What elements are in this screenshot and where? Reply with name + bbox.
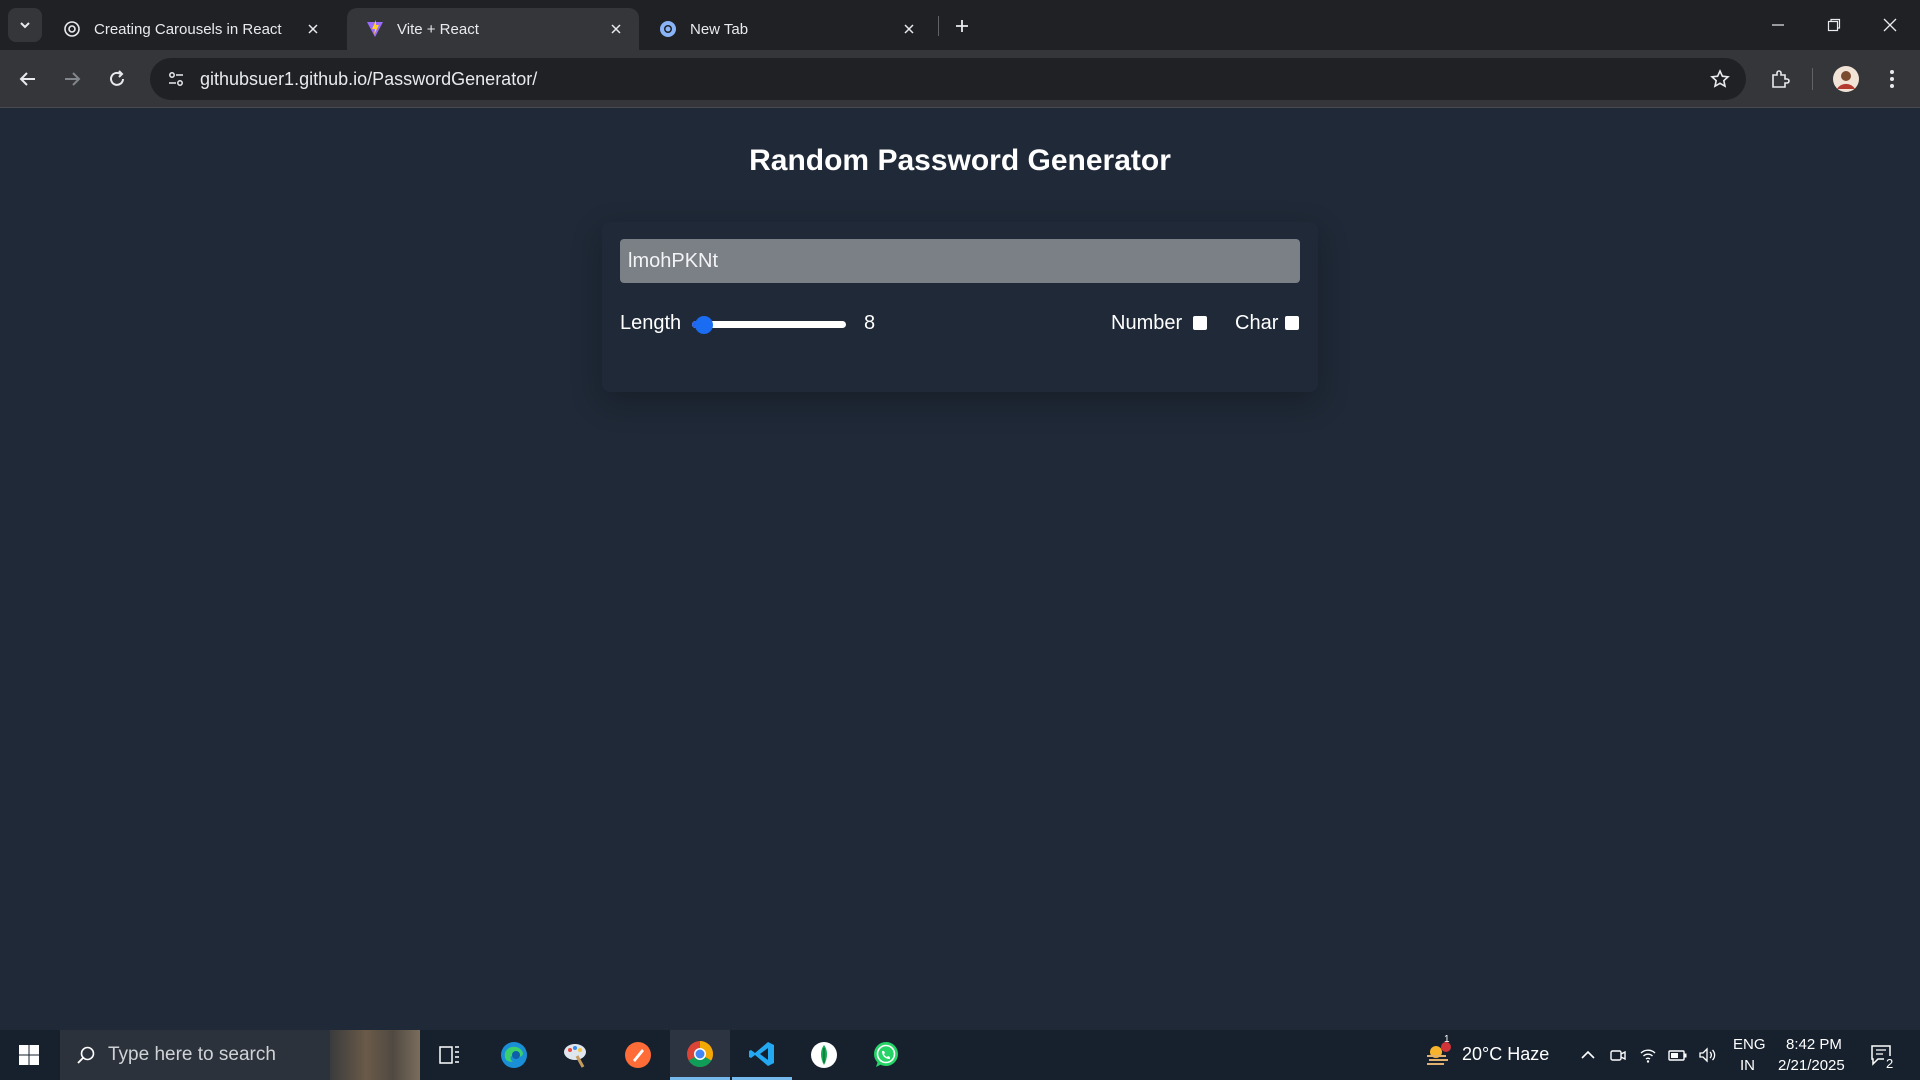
toolbar-separator	[1812, 68, 1813, 90]
browser-titlebar: Creating Carousels in React Vite + React…	[0, 0, 1920, 50]
wifi-icon[interactable]	[1638, 1045, 1658, 1065]
weather-icon[interactable]	[1424, 1042, 1452, 1068]
tab-title: Vite + React	[397, 20, 479, 38]
show-hidden-icons-button[interactable]	[1578, 1045, 1598, 1065]
url-text[interactable]: githubsuer1.github.io/PasswordGenerator/	[200, 69, 1700, 90]
puzzle-icon	[1772, 70, 1790, 88]
browser-toolbar: githubsuer1.github.io/PasswordGenerator/	[0, 50, 1920, 108]
weather-text[interactable]: 20°C Haze	[1462, 1044, 1549, 1065]
tab-separator	[938, 16, 939, 36]
number-checkbox[interactable]	[1193, 316, 1207, 330]
postman-icon	[625, 1042, 651, 1068]
search-icon	[77, 1046, 95, 1064]
bookmark-star-icon[interactable]	[1700, 61, 1740, 97]
edge-icon	[501, 1042, 527, 1068]
search-placeholder: Type here to search	[108, 1044, 276, 1065]
chevron-down-icon	[20, 22, 30, 29]
minimize-button[interactable]	[1750, 0, 1806, 50]
minimize-icon	[1772, 24, 1784, 26]
whatsapp-button[interactable]	[856, 1030, 916, 1080]
tab-creating-carousels[interactable]: Creating Carousels in React	[44, 8, 336, 50]
back-button[interactable]	[10, 61, 46, 97]
profile-avatar[interactable]	[1828, 61, 1864, 97]
tab-vite-react[interactable]: Vite + React	[347, 8, 639, 50]
chevron-up-icon	[1581, 1050, 1595, 1059]
clock-date[interactable]: 2/21/2025	[1778, 1057, 1845, 1074]
battery-icon[interactable]	[1668, 1045, 1688, 1065]
address-bar[interactable]: githubsuer1.github.io/PasswordGenerator/	[150, 58, 1746, 100]
password-controls: Length 8 Number Char	[620, 306, 1300, 342]
char-checkbox[interactable]	[1285, 316, 1299, 330]
close-icon[interactable]	[605, 18, 627, 40]
meet-now-icon[interactable]	[1608, 1045, 1628, 1065]
weather-badge: 1	[1444, 1034, 1450, 1045]
edge-button[interactable]	[484, 1030, 544, 1080]
arrow-right-icon	[65, 72, 81, 86]
restore-button[interactable]	[1806, 0, 1862, 50]
notification-count: 2	[1884, 1056, 1896, 1071]
page-title: Random Password Generator	[749, 144, 1171, 177]
slider-track	[692, 321, 846, 328]
tab-title: Creating Carousels in React	[94, 20, 282, 38]
vscode-button[interactable]	[732, 1030, 792, 1080]
char-label: Char	[1235, 312, 1279, 334]
length-label: Length	[620, 312, 682, 334]
number-label: Number	[1111, 312, 1183, 334]
tab-new-tab[interactable]: New Tab	[640, 8, 932, 50]
close-icon[interactable]	[302, 18, 324, 40]
windows-logo-icon	[19, 1045, 39, 1065]
site-info-icon[interactable]	[156, 61, 196, 97]
task-view-icon	[439, 1046, 459, 1064]
browser-menu-button[interactable]	[1874, 61, 1910, 97]
mongodb-compass-icon	[811, 1042, 837, 1068]
clock-time[interactable]: 8:42 PM	[1786, 1036, 1842, 1053]
tab-search-button[interactable]	[8, 8, 42, 42]
windows-taskbar: Type here to search 1 20°C Haze ENG IN 8…	[0, 1030, 1920, 1080]
slider-thumb[interactable]	[694, 316, 713, 334]
password-card: Length 8 Number Char	[602, 222, 1318, 392]
page-content: Random Password Generator Length 8 Numbe…	[0, 108, 1920, 1030]
language-code[interactable]: ENG	[1733, 1036, 1766, 1053]
length-slider[interactable]	[692, 316, 846, 334]
new-tab-button[interactable]	[948, 12, 976, 40]
mongodb-compass-button[interactable]	[794, 1030, 854, 1080]
volume-icon[interactable]	[1698, 1045, 1718, 1065]
password-field[interactable]	[620, 239, 1300, 283]
paint-button[interactable]	[546, 1030, 606, 1080]
plus-icon	[956, 20, 968, 32]
tab-title: New Tab	[690, 20, 749, 38]
close-icon[interactable]	[898, 18, 920, 40]
taskbar-search-box[interactable]: Type here to search	[60, 1030, 420, 1080]
language-region[interactable]: IN	[1740, 1057, 1755, 1074]
extensions-button[interactable]	[1762, 61, 1798, 97]
length-value: 8	[864, 312, 876, 334]
openai-icon	[62, 19, 82, 39]
vite-icon	[365, 19, 385, 39]
start-button[interactable]	[0, 1030, 58, 1080]
avatar-icon	[1833, 66, 1859, 92]
reload-button[interactable]	[99, 61, 135, 97]
whatsapp-icon	[874, 1042, 898, 1067]
search-highlight-image	[330, 1030, 420, 1080]
chrome-newtab-icon	[658, 19, 678, 39]
forward-button[interactable]	[54, 61, 90, 97]
vscode-icon	[749, 1041, 774, 1066]
chrome-button[interactable]	[670, 1030, 730, 1080]
task-view-button[interactable]	[420, 1030, 480, 1080]
arrow-left-icon	[19, 72, 35, 86]
reload-icon	[110, 70, 124, 86]
paint-icon	[564, 1044, 586, 1068]
restore-icon	[1827, 18, 1841, 32]
close-window-button[interactable]	[1862, 0, 1918, 50]
more-vert-icon	[1890, 70, 1894, 88]
chrome-icon	[687, 1040, 714, 1067]
postman-button[interactable]	[608, 1030, 668, 1080]
close-icon	[1883, 18, 1897, 32]
